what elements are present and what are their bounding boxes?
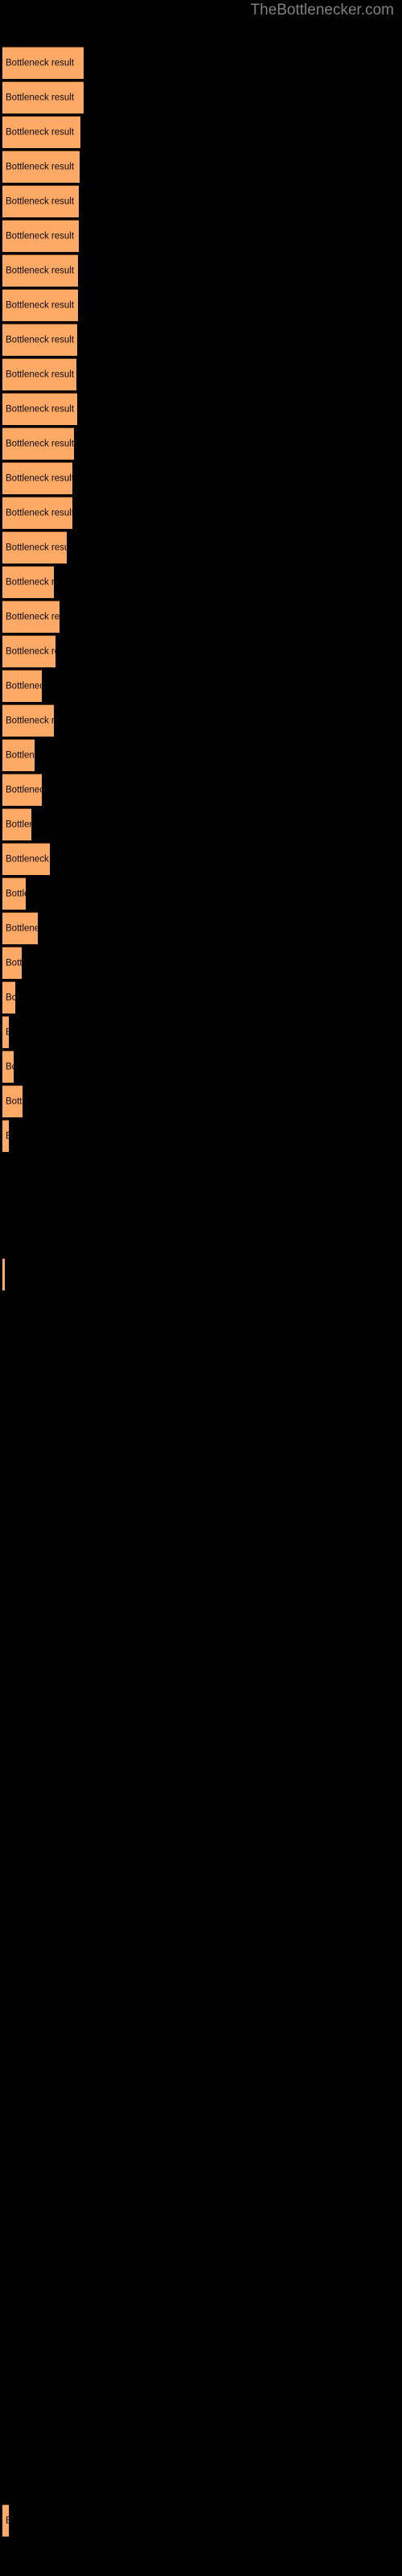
bar[interactable]: Bottleneck result xyxy=(2,358,76,390)
bar-label: Bottleneck result xyxy=(6,1096,23,1106)
bar-label: Bottleneck result xyxy=(6,889,26,898)
bar-label: Bottleneck result xyxy=(6,508,72,518)
bar[interactable]: Bottleneck result xyxy=(2,47,84,79)
bar[interactable]: Bottleneck result xyxy=(2,427,74,460)
bar-label: Bottleneck result xyxy=(6,127,75,137)
bar[interactable]: Bottleneck result xyxy=(2,220,79,252)
bar-label: Bottleneck result xyxy=(6,854,50,864)
bar[interactable]: Bottleneck result xyxy=(2,704,54,737)
bar[interactable]: Bottleneck result xyxy=(2,2504,9,2537)
bar-label: Bottleneck result xyxy=(6,335,75,345)
bar-label: Bottleneck result xyxy=(6,162,75,171)
bar-label: Bottleneck result xyxy=(6,58,75,68)
bar[interactable]: Bottleneck result xyxy=(2,254,78,287)
bar-label: Bottleneck result xyxy=(6,1027,9,1038)
bar-chart-canvas: TheBottlenecker.com Bottleneck result Bot… xyxy=(0,0,402,2576)
bar-label: Bottleneck result xyxy=(6,93,75,102)
bar-label: Bottleneck result xyxy=(6,300,75,310)
bar[interactable]: Bottleneck result xyxy=(2,151,80,183)
bar[interactable]: Bottleneck result xyxy=(2,843,50,875)
bar-label: Bottleneck result xyxy=(6,369,75,379)
bar-label: Bottleneck result xyxy=(6,439,74,448)
bars-layer: Bottleneck result Bottleneck result Bottle… xyxy=(0,0,402,2576)
bar[interactable]: Bottleneck result xyxy=(2,670,42,702)
bar[interactable]: Bottleneck result xyxy=(2,324,77,356)
bar-label: Bottleneck result xyxy=(6,750,35,760)
bar[interactable]: Bottleneck result xyxy=(2,531,67,564)
bar-label: Bottleneck result xyxy=(6,612,59,621)
bar[interactable]: Bottleneck result xyxy=(2,739,35,771)
bar-label: Bottleneck result xyxy=(6,646,55,656)
bar-label: Bottleneck result xyxy=(6,231,75,241)
bar-label: Bottleneck result xyxy=(6,993,15,1002)
bar-label: Bottleneck result xyxy=(6,404,75,414)
bar-label: Bottleneck result xyxy=(6,923,38,933)
bar[interactable]: Bottleneck result xyxy=(2,774,42,806)
bar[interactable]: Bottleneck result xyxy=(2,601,59,633)
bar[interactable]: Bottleneck result xyxy=(2,566,54,598)
bar[interactable]: Bottleneck result xyxy=(2,1120,9,1152)
bar[interactable]: Bottleneck result xyxy=(2,81,84,114)
bar[interactable]: Bottleneck result xyxy=(2,1258,5,1290)
bar-label: Bottleneck result xyxy=(6,785,42,795)
bar[interactable]: Bottleneck result xyxy=(2,1085,23,1117)
bar[interactable]: Bottleneck result xyxy=(2,185,79,217)
bar[interactable]: Bottleneck result xyxy=(2,393,77,425)
bar-label: Bottleneck result xyxy=(6,2516,9,2526)
bar-label: Bottleneck result xyxy=(6,196,75,206)
bar[interactable]: Bottleneck result xyxy=(2,947,22,979)
bar[interactable]: Bottleneck result xyxy=(2,981,15,1013)
bar[interactable]: Bottleneck result xyxy=(2,635,55,667)
bar[interactable]: Bottleneck result xyxy=(2,462,72,494)
bar-label: Bottleneck result xyxy=(6,819,31,829)
bar[interactable]: Bottleneck result xyxy=(2,808,31,840)
bar-label: Bottleneck result xyxy=(6,266,75,275)
bar-label: Bottleneck result xyxy=(6,543,67,552)
bar-label: Bottleneck result xyxy=(6,577,54,587)
bar[interactable]: Bottleneck result xyxy=(2,877,26,910)
bar-label: Bottleneck result xyxy=(6,473,72,483)
bar-label: Bottleneck result xyxy=(6,716,54,725)
bar[interactable]: Bottleneck result xyxy=(2,1051,14,1083)
bar[interactable]: Bottleneck result xyxy=(2,497,72,529)
bar[interactable]: Bottleneck result xyxy=(2,116,80,148)
bar[interactable]: Bottleneck result xyxy=(2,912,38,944)
bar-label: Bottleneck result xyxy=(6,681,42,691)
bar[interactable]: Bottleneck result xyxy=(2,289,78,321)
bar-label: Bottleneck result xyxy=(6,1131,9,1141)
bar[interactable]: Bottleneck result xyxy=(2,1016,9,1048)
bar-label: Bottleneck result xyxy=(6,958,22,968)
bar-label: Bottleneck result xyxy=(6,1062,14,1071)
